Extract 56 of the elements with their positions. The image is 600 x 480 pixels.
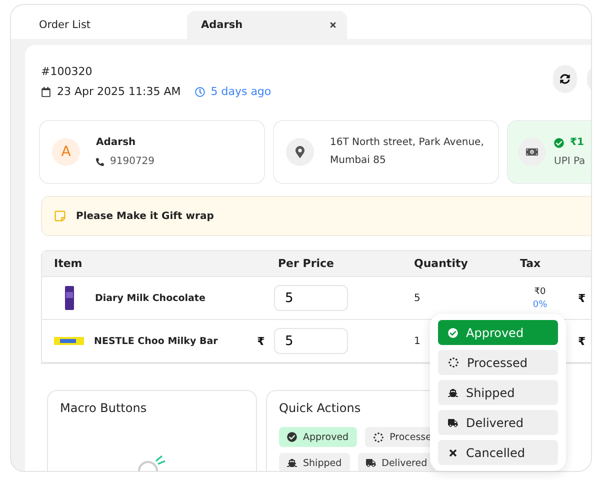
column-header: Item: [53, 257, 84, 270]
column-header: Per Price: [277, 257, 336, 270]
truck-icon: [366, 458, 376, 468]
banknote-icon: [518, 138, 546, 166]
status-chip[interactable]: Approved: [279, 427, 357, 447]
product-name: Diary Milk Chocolate: [95, 292, 206, 304]
dotted-circle-icon: [448, 357, 459, 368]
refresh-button[interactable]: [553, 65, 577, 93]
ship-icon: [448, 388, 458, 398]
map-pin-icon: [286, 138, 314, 166]
column-header: Quantity: [414, 257, 469, 270]
panel-title: Macro Buttons: [60, 401, 148, 415]
candy-bar-drawing: [54, 337, 84, 345]
address-line: 16T North street, Park Avenue,: [330, 136, 484, 150]
tab[interactable]: Adarsh: [187, 11, 347, 39]
address-line: Mumbai 85: [330, 154, 387, 168]
tax-amount: ₹0: [534, 286, 546, 296]
payment-amount: ₹1: [570, 137, 584, 148]
avatar-initial: A: [52, 138, 80, 166]
product-name: NESTLE Choo Milky Bar: [94, 336, 218, 346]
order-date: 23 Apr 2025 11:35 AM: [57, 85, 181, 98]
calendar-icon: [41, 86, 51, 96]
clock-icon: [194, 86, 205, 96]
phone-number: 9190729: [110, 156, 155, 167]
chocolate-bar-drawing: [65, 286, 74, 310]
quantity: 5: [414, 292, 422, 304]
status-option[interactable]: Delivered: [438, 410, 558, 435]
price-input[interactable]: 5: [274, 328, 348, 354]
tax-rate: 0%: [532, 300, 548, 310]
note-text: Please Make it Gift wrap: [76, 210, 214, 222]
currency-symbol: ₹: [578, 292, 587, 304]
currency-symbol: ₹: [257, 334, 265, 348]
ship-icon: [287, 458, 297, 468]
status-chip[interactable]: Shipped: [279, 453, 350, 471]
dotted-circle-icon: [372, 432, 384, 442]
status-option[interactable]: Shipped: [438, 380, 558, 405]
status-chip[interactable]: Delivered: [358, 453, 436, 471]
status-option[interactable]: Approved: [438, 320, 558, 345]
sticky-note-icon: [54, 210, 66, 222]
relative-time: 5 days ago: [210, 85, 272, 98]
status-option[interactable]: Processed: [438, 350, 558, 375]
phone-icon: [96, 158, 104, 166]
refresh-icon: [560, 74, 570, 84]
empty-state-drawing: [136, 453, 166, 471]
order-number: #100320: [41, 65, 94, 78]
payment-method: UPI Pa: [554, 156, 586, 167]
customer-name: Adarsh: [96, 137, 137, 148]
panel-title: Quick Actions: [279, 401, 362, 415]
currency-symbol: ₹: [578, 334, 587, 348]
close-icon[interactable]: [329, 21, 337, 29]
column-header: Tax: [520, 257, 542, 270]
cross-icon: [448, 448, 458, 458]
status-option[interactable]: Cancelled: [438, 440, 558, 465]
truck-icon: [448, 418, 458, 428]
quantity: 1: [414, 336, 422, 346]
price-input[interactable]: 5: [274, 285, 348, 311]
